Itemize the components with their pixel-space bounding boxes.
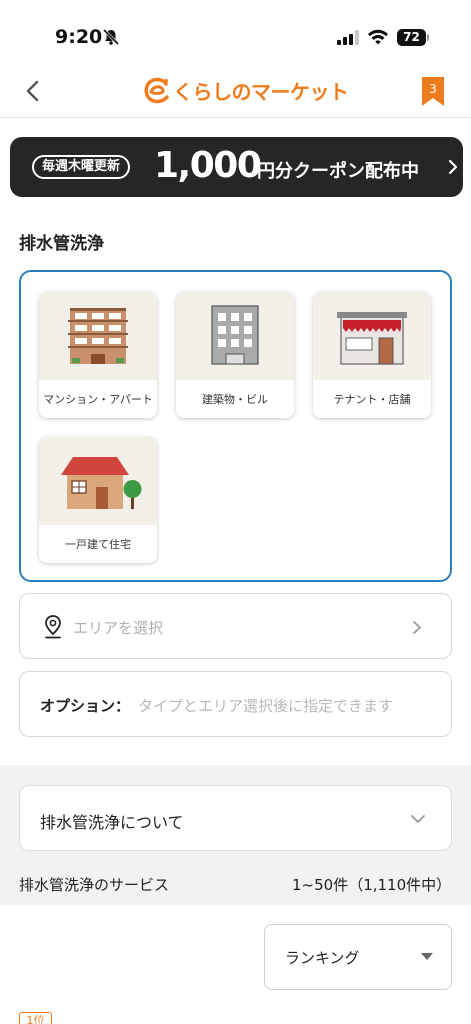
service-list-label: 排水管洗浄のサービス [19, 876, 170, 894]
rank-badge: 1位 [19, 1012, 52, 1024]
property-card-label: 建築物・ビル [202, 392, 268, 406]
chevron-right-icon [413, 621, 421, 634]
property-card-label: マンション・アパート [43, 392, 153, 406]
status-bar: 9:20 72 [0, 0, 471, 62]
property-card-apartment[interactable]: マンション・アパート [39, 292, 157, 418]
bell-off-icon [102, 28, 120, 46]
storefront-icon [337, 312, 407, 365]
coupon-text: 円分クーポン配布中 [257, 161, 419, 182]
battery-level: 72 [397, 29, 426, 46]
house-icon [61, 457, 142, 509]
signal-icon [337, 30, 359, 45]
property-card-label: テナント・店舗 [333, 392, 411, 406]
sort-selected-label: ランキング [285, 949, 360, 967]
sort-select[interactable]: ランキング [264, 924, 452, 990]
coupon-update-pill: 毎週木曜更新 [32, 155, 131, 179]
property-card-house[interactable]: 一戸建て住宅 [39, 437, 157, 563]
property-card-label: 一戸建て住宅 [65, 537, 131, 551]
back-arrow-icon[interactable] [22, 79, 44, 103]
property-card-tenant[interactable]: テナント・店舗 [313, 292, 431, 418]
about-accordion[interactable]: 排水管洗浄について [19, 785, 452, 851]
coupon-banner[interactable]: 毎週木曜更新 1,000 円分クーポン配布中 [10, 137, 463, 197]
chevron-down-icon [411, 815, 425, 823]
chevron-right-icon [448, 159, 458, 175]
status-time: 9:20 [55, 26, 103, 48]
area-select[interactable]: エリアを選択 [19, 593, 452, 659]
apartment-building-icon [68, 308, 128, 364]
app-logo[interactable]: くらしのマーケット [142, 74, 349, 106]
section-title: 排水管洗浄 [19, 234, 104, 254]
bookmark-button[interactable]: 3 [422, 77, 444, 106]
battery-tip [427, 34, 429, 41]
area-placeholder: エリアを選択 [73, 619, 164, 637]
option-label: オプション： [40, 697, 131, 715]
property-type-selector: マンション・アパート 建築物・ビル テナント・店舗 一戸建て住宅 [19, 270, 452, 582]
logo-text: くらしのマーケット [173, 79, 349, 104]
caret-down-icon [421, 953, 433, 960]
property-card-building[interactable]: 建築物・ビル [176, 292, 294, 418]
coupon-amount: 1,000 [154, 145, 262, 186]
office-building-icon [211, 305, 259, 365]
option-box: オプション： タイプとエリア選択後に指定できます [19, 671, 452, 737]
service-count: 1~50件（1,110件中） [292, 876, 452, 894]
app-header: くらしのマーケット 3 [0, 62, 471, 118]
wifi-icon [368, 29, 388, 45]
logo-mark-icon [144, 77, 169, 104]
battery-indicator: 72 [397, 29, 429, 46]
about-label: 排水管洗浄について [40, 813, 184, 832]
location-pin-icon [45, 615, 61, 639]
bookmark-count: 3 [429, 82, 437, 96]
option-note: タイプとエリア選択後に指定できます [138, 697, 394, 715]
